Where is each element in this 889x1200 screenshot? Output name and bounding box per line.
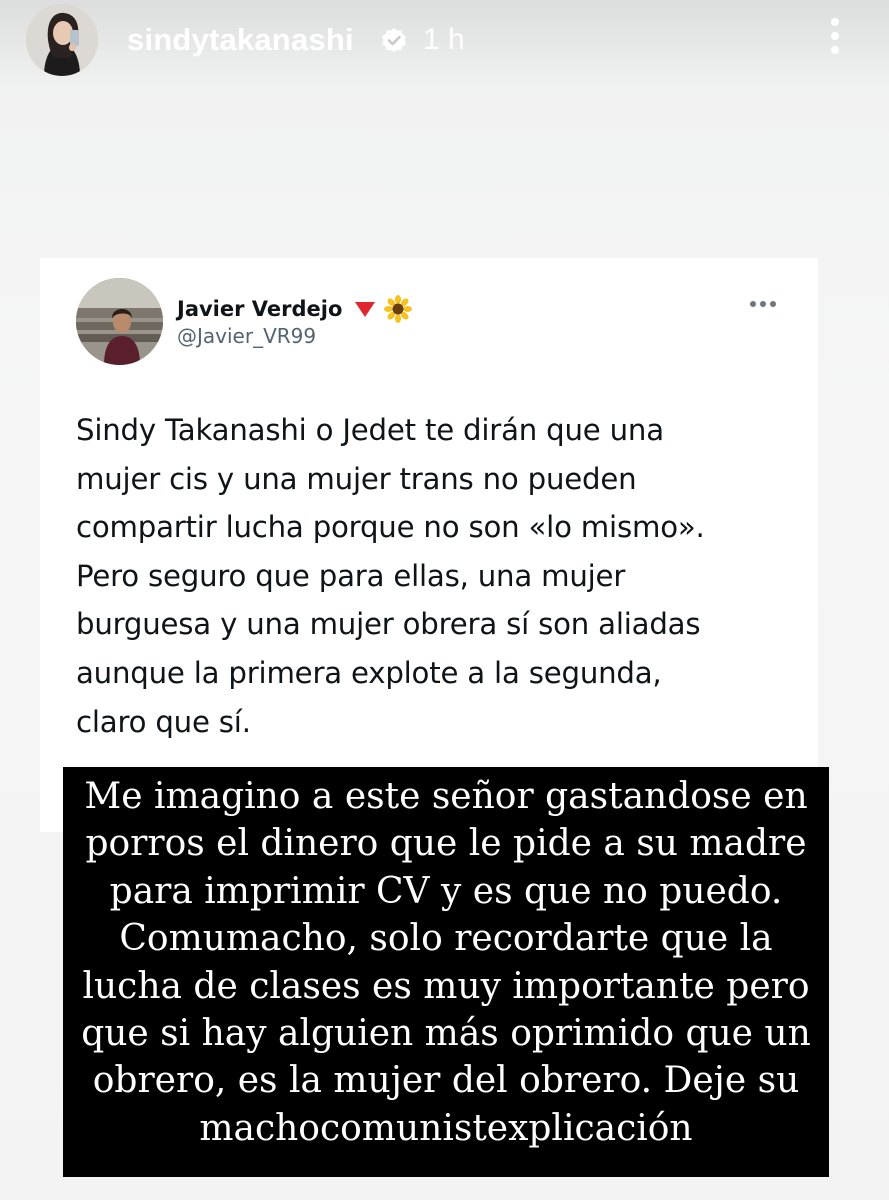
story-timestamp: 1 h [423, 23, 465, 56]
sunflower-icon [384, 295, 413, 323]
tweet-text-line: burguesa y una mujer obrera sí son aliad… [76, 607, 701, 642]
verified-badge-icon [382, 28, 406, 53]
tweet-text-line: mujer cis y una mujer trans no pueden [76, 461, 637, 496]
story-caption-text: Me imagino a este señor gastandose en po… [63, 773, 829, 1152]
tweet-card: Javier Verdejo @Javier_VR99 Sindy Takana… [40, 258, 818, 832]
tweet-text-line: Sindy Takanashi o Jedet te dirán que una [76, 413, 664, 447]
caption-line: Me imagino a este señor gastandose en [84, 776, 808, 817]
caption-line: lucha de clases es muy importante pero [82, 965, 810, 1007]
caption-line: que si hay alguien más oprimido que un [81, 1013, 811, 1055]
tweet-text-line: compartir lucha porque no son «lo mismo»… [76, 510, 705, 545]
more-options-icon[interactable] [820, 14, 850, 58]
caption-line: machocomunistexplicación [199, 1107, 693, 1149]
tweet-text-line: claro que sí. [76, 704, 251, 739]
tweet-text-line: Pero seguro que para ellas, una mujer [76, 558, 626, 593]
story-header: sindytakanashi 1 h [0, 0, 889, 90]
tweet-author-name[interactable]: Javier Verdejo [177, 297, 342, 321]
tweet-author-avatar[interactable] [76, 278, 163, 365]
tweet-author-row: Javier Verdejo [177, 294, 413, 324]
tweet-more-options-icon[interactable] [748, 298, 778, 310]
tweet-author-handle[interactable]: @Javier_VR99 [177, 324, 316, 348]
caption-line: Comumacho, solo recordarte que la [119, 918, 773, 960]
profile-photo-icon [26, 4, 98, 76]
story-caption-box: Me imagino a este señor gastandose en po… [63, 767, 829, 1177]
caption-line: para imprimir CV y es que no puedo. [109, 870, 783, 912]
tweet-body: Sindy Takanashi o Jedet te dirán que una… [76, 406, 796, 746]
story-username[interactable]: sindytakanashi [127, 22, 354, 58]
author-photo-icon [76, 278, 163, 365]
red-triangle-icon [355, 302, 376, 317]
tweet-text-line: aunque la primera explote a la segunda, [76, 655, 662, 690]
caption-line: obrero, es la mujer del obrero. Deje su [92, 1060, 800, 1102]
caption-line: porros el dinero que le pide a su madre [85, 823, 807, 865]
story-avatar[interactable] [26, 4, 98, 76]
